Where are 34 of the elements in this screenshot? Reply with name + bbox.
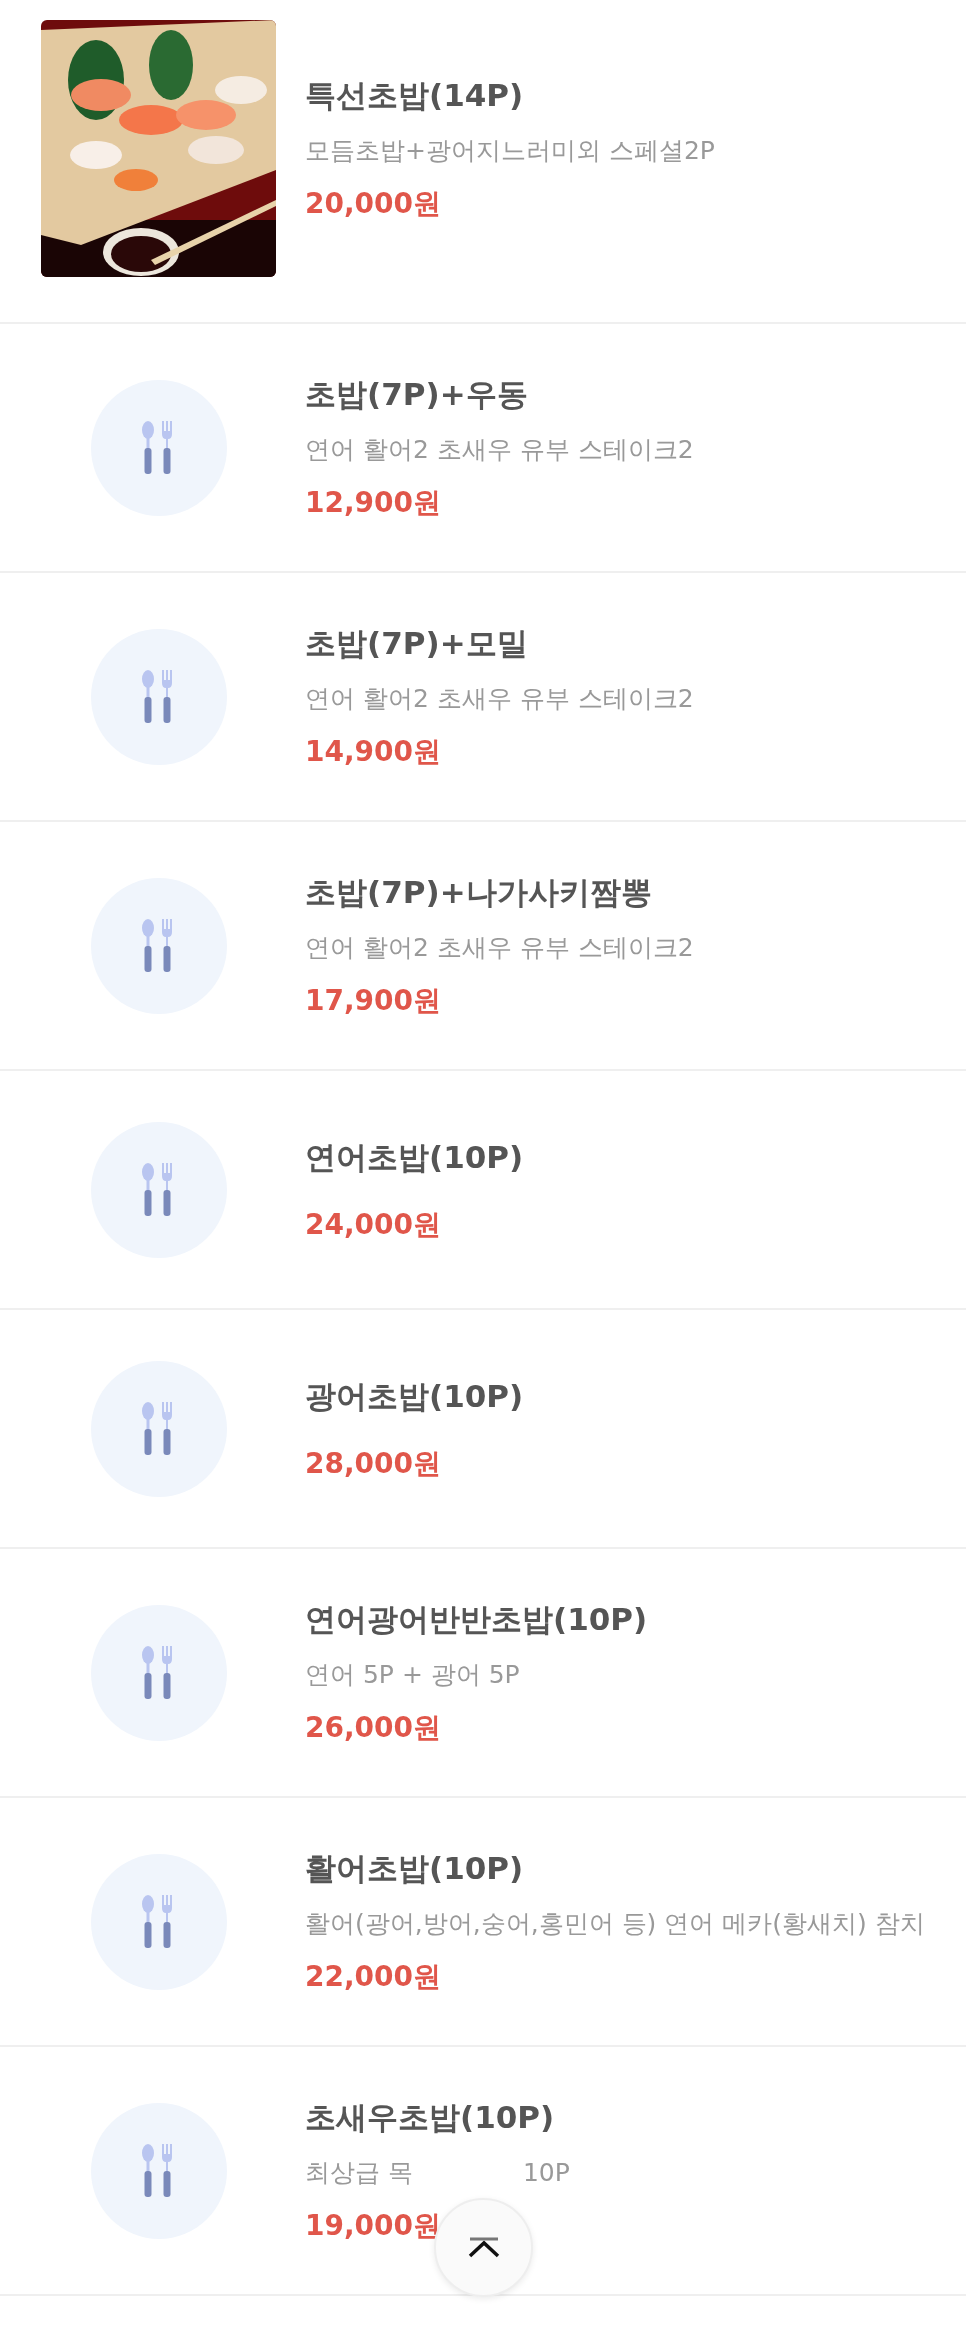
menu-item-description: 최상급 목 [305, 2157, 413, 2189]
menu-item[interactable]: 연어초밥(10P) 24,000원 [0, 1071, 966, 1310]
menu-item-description: 연어 5P + 광어 5P [305, 1659, 521, 1691]
menu-item-price: 26,000원 [305, 1710, 443, 1746]
menu-item-price: 24,000원 [305, 1206, 443, 1243]
menu-item-title: 광어초밥(10P) [305, 1376, 525, 1416]
menu-item-title: 특선초밥(14P) [305, 76, 525, 115]
menu-item[interactable]: 초밥(7P)+모밀 연어 활어2 초새우 유부 스테이크2 14,900원 [0, 573, 966, 822]
menu-item-description: 연어 활어2 초새우 유부 스테이크2 [305, 683, 695, 715]
menu-item-title: 활어초밥(10P) [305, 1849, 525, 1888]
menu-item-price: 22,000원 [305, 1959, 443, 1995]
menu-item-description: 연어 활어2 초새우 유부 스테이크2 [305, 932, 695, 964]
menu-item-title: 초밥(7P)+우동 [305, 375, 529, 414]
menu-item-title: 초밥(7P)+모밀 [305, 624, 529, 663]
menu-item-price: 28,000원 [305, 1445, 443, 1482]
menu-item-price: 14,900원 [305, 734, 443, 770]
menu-item[interactable]: 연어광어반반초밥(10P) 연어 5P + 광어 5P 26,000원 [0, 1549, 966, 1798]
menu-item[interactable]: 광어초밥(10P) 28,000원 [0, 1310, 966, 1549]
menu-item-title: 연어광어반반초밥(10P) [305, 1600, 649, 1639]
menu-item-description: 모듬초밥+광어지느러미외 스페셜2P [305, 135, 716, 167]
menu-item[interactable]: 특선초밥(14P) 모듬초밥+광어지느러미외 스페셜2P 20,000원 [0, 0, 966, 324]
menu-item-price: 19,000원 [305, 2208, 443, 2244]
menu-item-price: 17,900원 [305, 983, 443, 1019]
menu-item[interactable]: 초밥(7P)+나가사키짬뽕 연어 활어2 초새우 유부 스테이크2 17,900원 [0, 822, 966, 1071]
menu-item-title: 연어초밥(10P) [305, 1137, 525, 1177]
menu-item-description: 활어(광어,방어,숭어,홍민어 등) 연어 메카(황새치) 참치 [305, 1908, 926, 1940]
menu-item-title: 초밥(7P)+나가사키짬뽕 [305, 873, 653, 912]
menu-item-title: 초새우초밥(10P) [305, 2098, 556, 2137]
menu-item-description: 10P [522, 2157, 570, 2189]
menu-item-price: 20,000원 [305, 186, 443, 222]
menu-item[interactable]: 초밥(7P)+우동 연어 활어2 초새우 유부 스테이크2 12,900원 [0, 324, 966, 573]
menu-item[interactable]: 활어초밥(10P) 활어(광어,방어,숭어,홍민어 등) 연어 메카(황새치) 참치 22,000원 [0, 1798, 966, 2047]
menu-item-price: 12,900원 [305, 485, 443, 521]
menu-item-description: 연어 활어2 초새우 유부 스테이크2 [305, 434, 695, 466]
